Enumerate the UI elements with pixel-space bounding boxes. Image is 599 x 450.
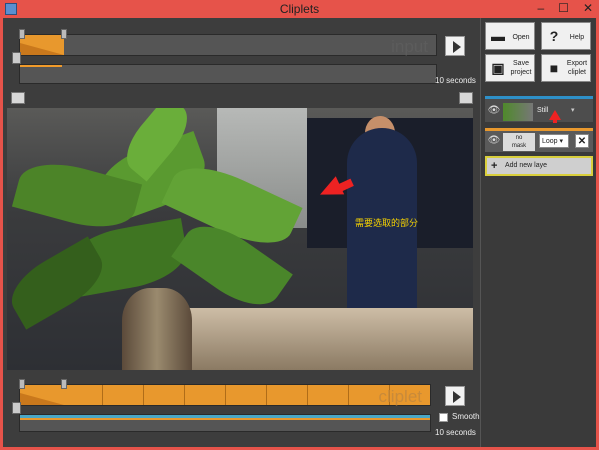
segment-divider	[266, 385, 267, 405]
export-label-line2: cliplet	[568, 69, 586, 76]
add-layer-label: Add new laye	[505, 162, 548, 169]
cliplet-selection[interactable]	[20, 385, 64, 405]
window-controls: – ☐ ✕	[537, 1, 593, 15]
cliplet-still-bar	[20, 418, 430, 420]
cliplet-watermark: cliplet	[378, 387, 422, 406]
mask-label-line1: no	[515, 135, 523, 141]
input-timeline: input 10 seconds	[12, 24, 476, 85]
segment-divider	[143, 385, 144, 405]
still-label: Still	[537, 107, 549, 114]
cliplet-end-handle[interactable]	[61, 379, 67, 389]
cliplet-timeline: cliplet Smooth 10 seconds	[12, 374, 480, 444]
close-icon[interactable]: ✕	[583, 1, 593, 15]
input-playhead[interactable]	[12, 52, 21, 64]
input-end-handle[interactable]	[61, 29, 67, 39]
input-play-button[interactable]	[445, 36, 465, 56]
export-label: Export cliplet	[564, 59, 590, 77]
cliplet-range-track[interactable]: cliplet	[19, 379, 431, 406]
open-label: Open	[512, 34, 530, 41]
chevron-down-icon[interactable]: ▾	[571, 106, 575, 114]
video-preview[interactable]: 需要选取的部分	[7, 108, 473, 370]
segment-divider	[348, 385, 349, 405]
window-title: Cliplets	[279, 2, 320, 16]
plant-trunk	[122, 288, 192, 370]
help-label: Help	[569, 34, 585, 41]
export-label-line1: Export	[566, 60, 588, 67]
cliplet-playhead[interactable]	[12, 402, 21, 414]
plant	[7, 108, 347, 370]
left-corner-icon[interactable]	[11, 92, 25, 104]
smooth-checkbox[interactable]	[439, 413, 448, 422]
input-range-track[interactable]: input	[19, 29, 437, 56]
input-progress-track	[19, 64, 437, 84]
segment-divider	[225, 385, 226, 405]
annotation-text: 需要选取的部分	[355, 219, 419, 229]
export-cliplet-button[interactable]: ■ Export cliplet	[541, 54, 591, 82]
mask-label-line2: mask	[511, 143, 527, 149]
mask-button[interactable]: no mask	[503, 133, 535, 151]
save-project-button[interactable]: ▣ Save project	[485, 54, 535, 82]
eye-icon[interactable]: 👁	[487, 104, 501, 118]
maximize-icon[interactable]: ☐	[558, 1, 569, 15]
segment-divider	[184, 385, 185, 405]
cliplet-play-button[interactable]	[445, 386, 465, 406]
right-corner-icon[interactable]	[459, 92, 473, 104]
cliplet-duration: 10 seconds	[435, 428, 476, 437]
delete-layer-button[interactable]: ✕	[575, 134, 589, 148]
annotation-up-arrow-stem	[553, 119, 557, 123]
plus-icon: +	[491, 160, 498, 172]
help-button[interactable]: ? Help	[541, 22, 591, 50]
input-duration: 10 seconds	[435, 76, 476, 85]
open-button[interactable]: ▬ Open	[485, 22, 535, 50]
loop-mode-select[interactable]: Loop ▾	[539, 134, 569, 148]
layer-still[interactable]: 👁 Still ▾	[485, 96, 593, 122]
cliplet-bar-track	[19, 414, 431, 432]
input-watermark: input	[391, 37, 428, 56]
minimize-icon[interactable]: –	[537, 1, 544, 15]
right-panel: ▬ Open ? Help ▣ Save project ■ Export cl…	[480, 18, 596, 447]
title-bar[interactable]: Cliplets – ☐ ✕	[0, 0, 599, 18]
eye-icon[interactable]: 👁	[487, 134, 501, 148]
app-window: Cliplets – ☐ ✕ input 10 seconds 需要选取的部分 …	[0, 0, 599, 450]
save-label: Save project	[508, 59, 534, 77]
input-selection[interactable]	[20, 35, 64, 55]
question-icon: ?	[549, 28, 559, 44]
loop-mode-value: Loop	[542, 138, 558, 145]
floppy-icon: ▣	[491, 60, 505, 76]
add-new-layer-button[interactable]: + Add new laye	[485, 156, 593, 176]
save-label-line1: Save	[513, 60, 529, 67]
smooth-label: Smooth	[452, 412, 480, 421]
input-progress-bar	[20, 65, 62, 67]
folder-icon: ▬	[491, 28, 505, 44]
input-start-handle[interactable]	[19, 29, 25, 39]
video-panel: 需要选取的部分	[7, 92, 475, 370]
camera-icon: ■	[549, 60, 559, 76]
segment-divider	[307, 385, 308, 405]
client-area: input 10 seconds 需要选取的部分 cliplet Smooth …	[3, 18, 596, 447]
layer-loop[interactable]: 👁 no mask Loop ▾ ✕	[485, 128, 593, 152]
save-label-line2: project	[510, 69, 532, 76]
cliplet-start-handle[interactable]	[19, 379, 25, 389]
segment-divider	[102, 385, 103, 405]
layer-thumbnail	[503, 103, 533, 121]
